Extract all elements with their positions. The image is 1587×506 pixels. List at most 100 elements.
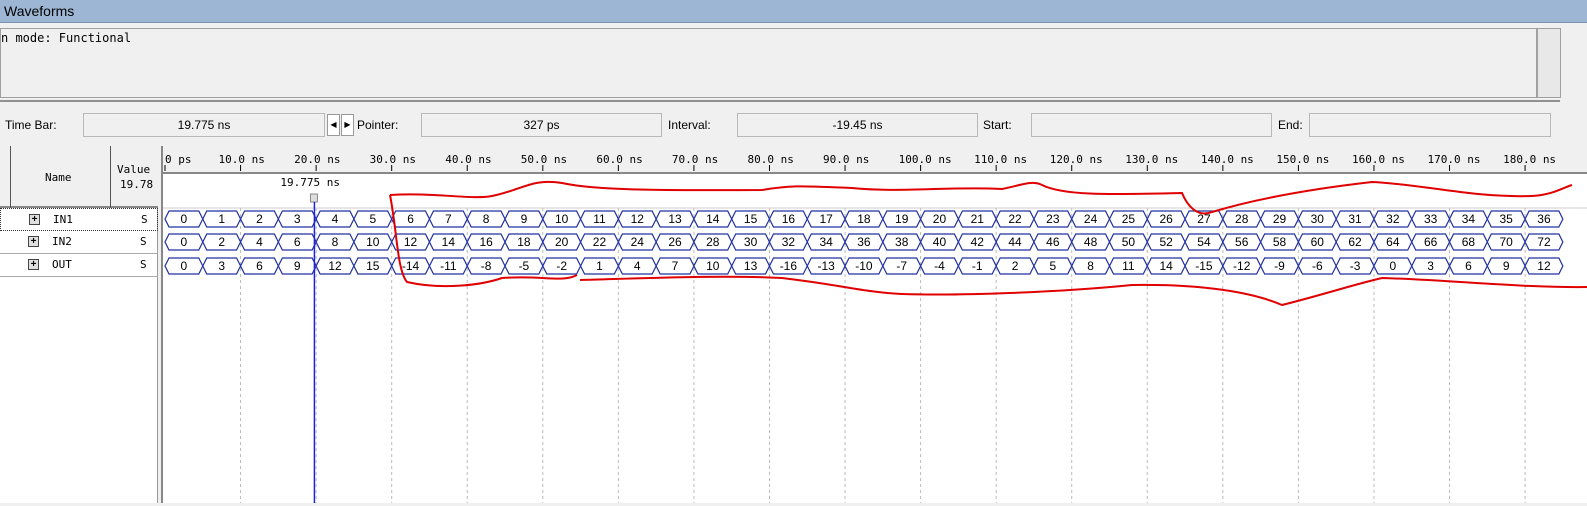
waveform-canvas[interactable]: 0 ps 10.0 ns 20.0 ns 30.0 ns 40.0 ns 50.0 ns 6… <box>163 146 1587 503</box>
bus-value: 29 <box>1273 212 1287 226</box>
signal-row-in1[interactable]: + IN1 S <box>0 208 158 231</box>
bus-value: 38 <box>895 235 909 249</box>
bus-value: 18 <box>857 212 871 226</box>
bus-value: 10 <box>706 259 720 273</box>
splitter[interactable] <box>0 100 1560 103</box>
bus-value: 1 <box>218 212 225 226</box>
tick-label: 20.0 ns <box>294 153 340 166</box>
bus-value: 14 <box>1159 259 1173 273</box>
bus-value: 21 <box>971 212 985 226</box>
signal-name: IN2 <box>52 235 72 248</box>
tick-label: 120.0 ns <box>1050 153 1103 166</box>
time-bar-right-arrow-icon[interactable]: ▶ <box>341 114 354 136</box>
bus-value: 7 <box>445 212 452 226</box>
bus-value: 11 <box>1122 259 1135 273</box>
tick-label: 80.0 ns <box>747 153 793 166</box>
bus-value: 14 <box>706 212 720 226</box>
bus-value: 25 <box>1122 212 1136 226</box>
bus-value: -7 <box>896 259 907 273</box>
bus-value: 5 <box>369 212 376 226</box>
bus-value: 14 <box>442 235 456 249</box>
bus-value: -11 <box>440 259 457 273</box>
name-column-header[interactable]: Name <box>45 171 72 184</box>
bus-value: 66 <box>1424 235 1438 249</box>
bus-value: 8 <box>1087 259 1094 273</box>
bus-value: 64 <box>1386 235 1400 249</box>
bus-value: 44 <box>1008 235 1022 249</box>
bus-value: 26 <box>668 235 682 249</box>
signal-value: S <box>140 235 147 248</box>
interval-label: Interval: <box>668 118 711 132</box>
signal-row-in2[interactable]: + IN2 S <box>0 231 158 254</box>
bus-value: 6 <box>407 212 414 226</box>
message-line: n mode: Functional <box>1 31 132 45</box>
bus-value: -2 <box>556 259 567 273</box>
bus-value: 10 <box>366 235 380 249</box>
bus-value: 4 <box>634 259 641 273</box>
bus-value: 23 <box>1046 212 1060 226</box>
message-scrollbar[interactable] <box>1537 28 1561 98</box>
bus-value: -14 <box>402 259 420 273</box>
bus-value: 19 <box>895 212 909 226</box>
bus-value: 24 <box>631 235 645 249</box>
bus-value: 46 <box>1046 235 1060 249</box>
bus-value: 30 <box>1311 212 1325 226</box>
cursor-handle[interactable] <box>309 193 318 203</box>
bus-value: 2 <box>1012 259 1019 273</box>
time-bar-left-arrow-icon[interactable]: ◀ <box>327 114 340 136</box>
time-bar-label: Time Bar: <box>5 118 57 132</box>
bus-value: 2 <box>256 212 263 226</box>
bus-value: -12 <box>1233 259 1251 273</box>
expand-icon[interactable]: + <box>28 259 39 270</box>
bus-value: 48 <box>1084 235 1098 249</box>
bus-value: -3 <box>1350 259 1361 273</box>
pointer-label: Pointer: <box>357 118 399 132</box>
bus-in1: 0 1 2 3 4 5 6 7 8 9 10 11 12 13 14 15 16 17 18 19 20 21 22 23 24… <box>164 210 1564 228</box>
bus-value: 4 <box>256 235 263 249</box>
value-time: 19.78 <box>120 178 154 191</box>
bus-value: 5 <box>1049 259 1056 273</box>
waveform-area[interactable]: 0 ps 10.0 ns 20.0 ns 30.0 ns 40.0 ns 50.0 ns 6… <box>161 146 1587 503</box>
bus-out: 0 3 6 9 12 15 -14 -11 -8 -5 -2 1 4 7 10 13 -16 -13 -10 -7 -4… <box>164 257 1564 275</box>
bus-value: 42 <box>971 235 985 249</box>
start-field[interactable] <box>1031 113 1272 137</box>
end-field[interactable] <box>1309 113 1551 137</box>
tick-label: 140.0 ns <box>1201 153 1254 166</box>
bus-value: 70 <box>1500 235 1514 249</box>
expand-icon[interactable]: + <box>28 236 39 247</box>
bus-value: 68 <box>1462 235 1476 249</box>
bus-value: 17 <box>819 212 833 226</box>
end-label: End: <box>1278 118 1303 132</box>
tick-label: 110.0 ns <box>974 153 1027 166</box>
tick-label: 100.0 ns <box>899 153 952 166</box>
signal-header: Name Value 19.78 <box>0 146 158 208</box>
bus-value: 72 <box>1537 235 1551 249</box>
time-bar-field[interactable]: 19.775 ns <box>83 113 325 137</box>
bus-value: 3 <box>1427 259 1434 273</box>
bus-value: 34 <box>1462 212 1476 226</box>
bus-value: 34 <box>819 235 833 249</box>
value-column-header[interactable]: Value <box>117 163 150 176</box>
bus-value: 6 <box>294 235 301 249</box>
bus-value: 12 <box>404 235 418 249</box>
bus-value: 2 <box>218 235 225 249</box>
tick-label: 30.0 ns <box>370 153 416 166</box>
window-titlebar: Waveforms <box>0 0 1587 23</box>
bus-value: 0 <box>1390 259 1397 273</box>
bus-value: 22 <box>1008 212 1022 226</box>
bus-value: 4 <box>332 212 339 226</box>
tick-label: 130.0 ns <box>1125 153 1178 166</box>
bus-value: 12 <box>328 259 342 273</box>
bus-value: 0 <box>181 212 188 226</box>
bus-value: 13 <box>668 212 682 226</box>
bus-value: 3 <box>218 259 225 273</box>
bus-value: 16 <box>782 212 796 226</box>
bus-value: 9 <box>521 212 528 226</box>
expand-icon[interactable]: + <box>29 214 40 225</box>
signal-name: OUT <box>52 258 72 271</box>
signal-row-out[interactable]: + OUT S <box>0 254 158 277</box>
bus-value: 58 <box>1273 235 1287 249</box>
red-annotation-stroke <box>389 180 1573 215</box>
bus-value: 18 <box>517 235 531 249</box>
bus-value: 0 <box>181 235 188 249</box>
